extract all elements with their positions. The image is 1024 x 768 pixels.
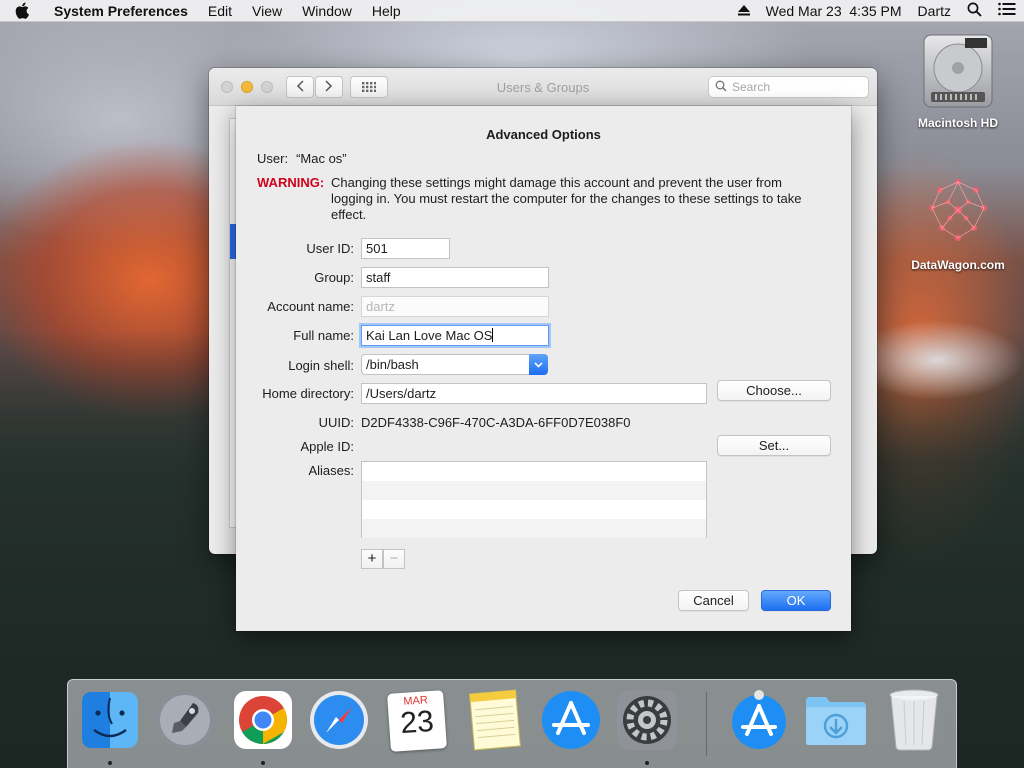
home-directory-label: Home directory: bbox=[262, 386, 354, 401]
running-indicator bbox=[261, 761, 265, 765]
user-id-field[interactable]: 501 bbox=[361, 238, 450, 259]
app-store-installer-icon bbox=[728, 689, 790, 754]
search-input[interactable]: Search bbox=[708, 76, 869, 98]
network-graphic-icon bbox=[918, 172, 998, 252]
menu-window[interactable]: Window bbox=[292, 3, 362, 19]
menu-view[interactable]: View bbox=[242, 3, 292, 19]
menu-help[interactable]: Help bbox=[362, 3, 411, 19]
hard-drive-icon bbox=[921, 32, 995, 110]
spotlight-search-icon[interactable] bbox=[959, 2, 990, 20]
dock-trash[interactable] bbox=[882, 688, 946, 754]
calendar-day: 23 bbox=[399, 704, 435, 741]
user-name-value: “Mac os” bbox=[296, 151, 347, 166]
menu-user[interactable]: Dartz bbox=[910, 3, 959, 19]
add-alias-button[interactable]: + bbox=[361, 549, 383, 569]
list-item[interactable] bbox=[362, 519, 706, 538]
trash-icon bbox=[888, 689, 940, 754]
user-line: User: “Mac os” bbox=[257, 151, 347, 166]
dock-calendar[interactable]: MAR 23 bbox=[385, 688, 449, 754]
apple-menu-icon[interactable] bbox=[0, 2, 44, 19]
cancel-button[interactable]: Cancel bbox=[678, 590, 749, 611]
window-titlebar: Users & Groups Search bbox=[209, 68, 877, 106]
dock-downloads[interactable] bbox=[804, 688, 868, 754]
home-directory-field[interactable]: /Users/dartz bbox=[361, 383, 707, 404]
warning-label: WARNING: bbox=[257, 175, 325, 190]
dock-chrome[interactable] bbox=[231, 688, 295, 765]
dock: MAR 23 bbox=[67, 679, 957, 768]
aliases-label: Aliases: bbox=[308, 463, 354, 478]
eject-icon[interactable] bbox=[730, 3, 758, 19]
account-name-label: Account name: bbox=[267, 299, 354, 314]
desktop-icon-label: DataWagon.com bbox=[911, 258, 1005, 272]
group-label: Group: bbox=[314, 270, 354, 285]
dock-separator bbox=[706, 692, 707, 756]
dock-safari[interactable] bbox=[307, 688, 371, 754]
dock-system-preferences[interactable] bbox=[615, 688, 679, 765]
menu-bar: System Preferences Edit View Window Help… bbox=[0, 0, 1024, 22]
dock-app-store-installer[interactable] bbox=[727, 688, 791, 754]
ok-button[interactable]: OK bbox=[761, 590, 831, 611]
minus-icon: − bbox=[389, 550, 399, 567]
full-name-field[interactable]: Kai Lan Love Mac OS bbox=[361, 325, 549, 346]
dock-launchpad[interactable] bbox=[153, 688, 217, 754]
user-label: User: bbox=[257, 151, 289, 166]
menu-app-name[interactable]: System Preferences bbox=[44, 3, 198, 19]
advanced-options-sheet: Advanced Options User: “Mac os” WARNING: … bbox=[236, 106, 851, 631]
user-id-label: User ID: bbox=[306, 241, 354, 256]
full-name-label: Full name: bbox=[293, 328, 354, 343]
uuid-value: D2DF4338-C96F-470C-A3DA-6FF0D7E038F0 bbox=[361, 415, 631, 430]
system-preferences-icon bbox=[616, 689, 678, 754]
launchpad-icon bbox=[154, 689, 216, 754]
uuid-label: UUID: bbox=[318, 415, 354, 430]
aliases-list[interactable] bbox=[361, 461, 707, 538]
login-shell-popup[interactable]: /bin/bash bbox=[361, 354, 548, 375]
remove-alias-button[interactable]: − bbox=[383, 549, 405, 569]
plus-icon: + bbox=[367, 550, 377, 567]
dock-app-store[interactable] bbox=[539, 688, 603, 754]
dock-finder[interactable] bbox=[78, 688, 142, 765]
set-apple-id-button[interactable]: Set... bbox=[717, 435, 831, 456]
menu-clock[interactable]: Wed Mar 23 4:35 PM bbox=[758, 3, 910, 19]
desktop-icon-label: Macintosh HD bbox=[917, 116, 998, 130]
list-item[interactable] bbox=[362, 462, 706, 481]
list-item[interactable] bbox=[362, 481, 706, 500]
running-indicator bbox=[645, 761, 649, 765]
list-item[interactable] bbox=[362, 500, 706, 519]
sheet-title: Advanced Options bbox=[486, 127, 601, 142]
warning-text: Changing these settings might damage thi… bbox=[331, 175, 802, 222]
search-placeholder: Search bbox=[732, 80, 771, 94]
search-icon bbox=[715, 80, 727, 95]
choose-button[interactable]: Choose... bbox=[717, 380, 831, 401]
login-shell-value: /bin/bash bbox=[366, 357, 419, 372]
notes-icon bbox=[466, 688, 524, 755]
chevron-down-icon bbox=[529, 354, 548, 375]
finder-icon bbox=[80, 690, 140, 753]
login-shell-label: Login shell: bbox=[288, 358, 354, 373]
calendar-icon: MAR 23 bbox=[387, 690, 447, 752]
dock-notes[interactable] bbox=[463, 688, 527, 754]
text-caret bbox=[492, 328, 494, 342]
chrome-icon bbox=[233, 690, 293, 753]
full-name-value: Kai Lan Love Mac OS bbox=[366, 328, 493, 343]
running-indicator bbox=[108, 761, 112, 765]
desktop-icon-macintosh-hd[interactable]: Macintosh HD bbox=[903, 32, 1013, 130]
app-store-icon bbox=[540, 689, 602, 754]
downloads-folder-icon bbox=[804, 693, 868, 750]
apple-id-label: Apple ID: bbox=[300, 439, 354, 454]
notification-center-icon[interactable] bbox=[990, 2, 1024, 19]
group-field[interactable]: staff bbox=[361, 267, 549, 288]
account-name-field: dartz bbox=[361, 296, 549, 317]
safari-icon bbox=[308, 689, 370, 754]
menu-edit[interactable]: Edit bbox=[198, 3, 242, 19]
desktop-icon-datawagon[interactable]: DataWagon.com bbox=[903, 172, 1013, 272]
